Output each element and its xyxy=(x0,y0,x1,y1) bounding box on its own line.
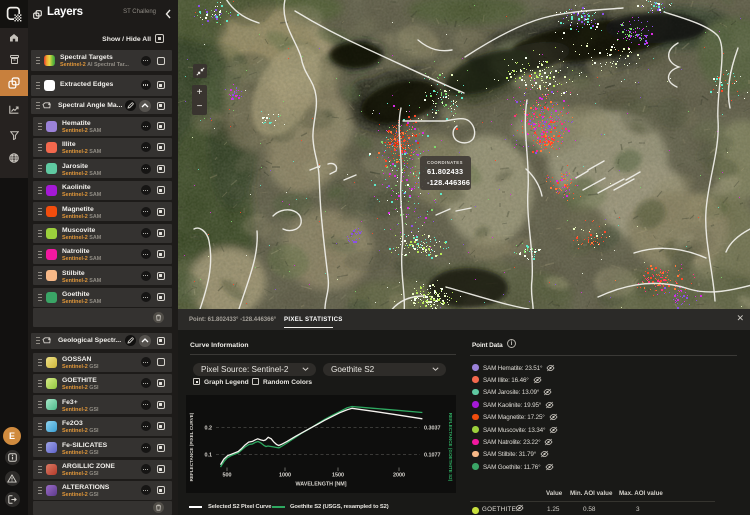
svg-text:0.2: 0.2 xyxy=(205,426,213,432)
svg-text:REFLECTANCE (PIXEL CURVE): REFLECTANCE (PIXEL CURVE) xyxy=(189,412,194,481)
svg-text:2000: 2000 xyxy=(393,473,405,479)
svg-text:1500: 1500 xyxy=(332,473,344,479)
svg-text:0.1077: 0.1077 xyxy=(424,453,441,459)
svg-text:REFLECTANCE (GOETHITE S2): REFLECTANCE (GOETHITE S2) xyxy=(448,413,453,482)
svg-text:WAVELENGTH [NM]: WAVELENGTH [NM] xyxy=(295,482,346,488)
svg-text:0.1: 0.1 xyxy=(205,453,213,459)
svg-text:1000: 1000 xyxy=(279,473,291,479)
svg-text:0.3037: 0.3037 xyxy=(424,426,441,432)
svg-text:500: 500 xyxy=(223,473,232,479)
